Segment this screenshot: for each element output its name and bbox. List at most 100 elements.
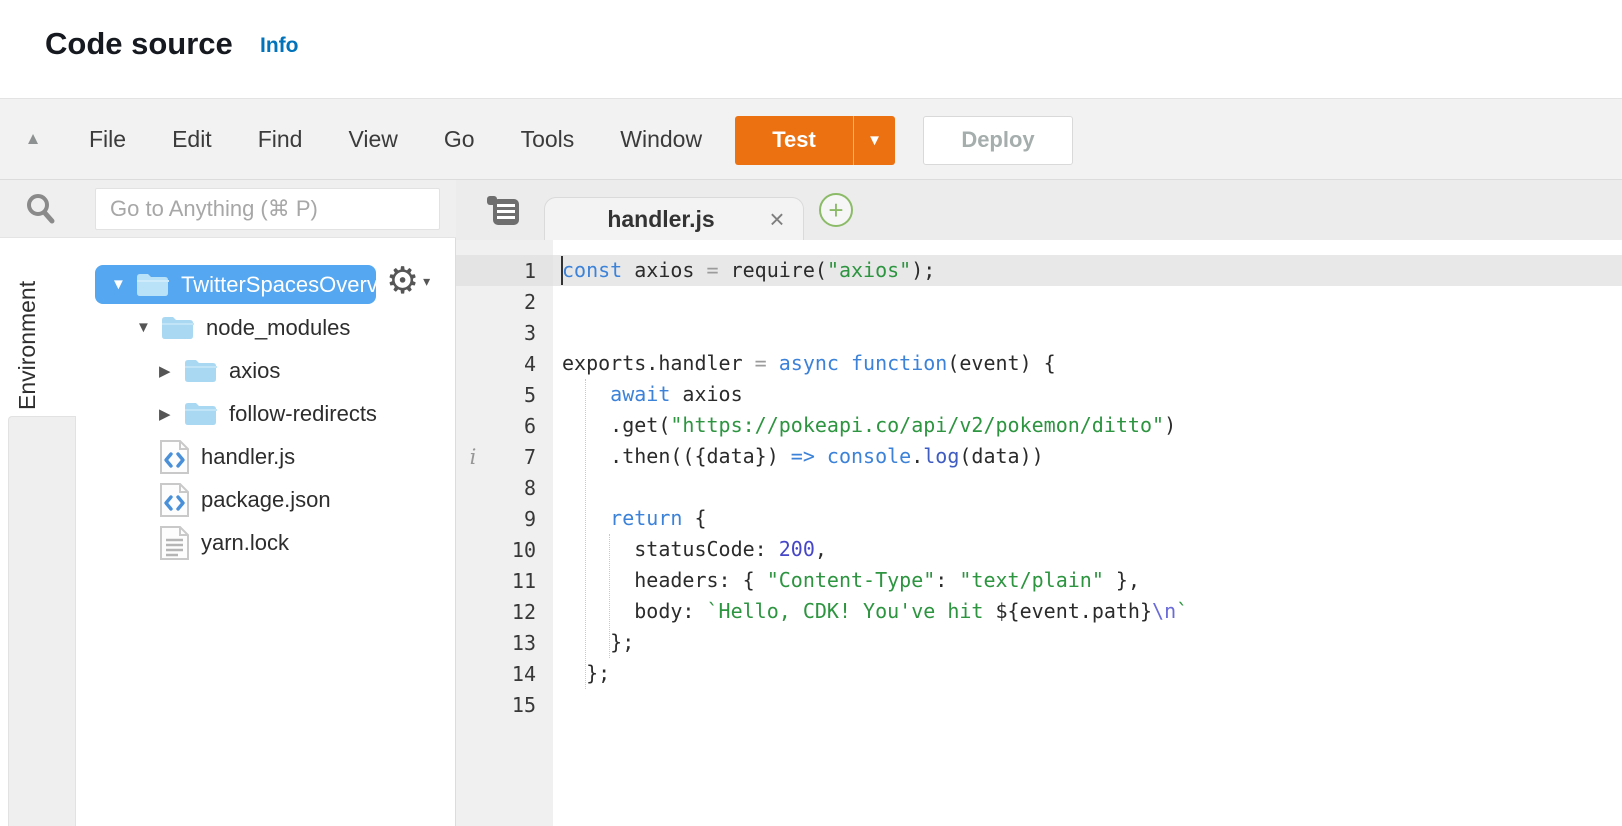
token-pl: }, — [1103, 568, 1140, 592]
goto-anything-input[interactable] — [95, 188, 440, 230]
line-number: 10 — [511, 537, 536, 562]
code-line-15[interactable] — [562, 689, 1622, 720]
line-number: 13 — [511, 630, 536, 655]
tree-item-node-modules[interactable]: ▼ node_modules — [76, 306, 455, 349]
environment-tab-label: Environment — [14, 280, 40, 410]
line-number: 9 — [523, 506, 536, 531]
tree-item-label: follow-redirects — [229, 400, 377, 426]
search-icon — [24, 192, 58, 231]
token-pl: body: — [562, 599, 707, 623]
page-title: Code source — [45, 26, 233, 61]
code-line-4[interactable]: exports.handler = async function(event) … — [562, 348, 1622, 379]
gutter-line-6: 6 — [456, 410, 553, 441]
indent-guide — [585, 379, 586, 689]
tree-item-follow-redirects[interactable]: ▶ follow-redirects — [76, 392, 455, 435]
menu-tools[interactable]: Tools — [498, 126, 598, 153]
new-tab-button[interactable]: + — [819, 193, 853, 227]
menu-edit[interactable]: Edit — [149, 126, 235, 153]
tree-item-package-json[interactable]: package.json — [76, 478, 455, 521]
token-pl: { — [682, 506, 707, 530]
menu-window[interactable]: Window — [597, 126, 725, 153]
deploy-button[interactable]: Deploy — [923, 115, 1073, 165]
tab-environment[interactable]: Environment — [0, 238, 76, 416]
test-dropdown-button[interactable]: ▼ — [853, 115, 895, 165]
code-line-12[interactable]: body: `Hello, CDK! You've hit ${event.pa… — [562, 596, 1622, 627]
token-kw: function — [851, 351, 948, 375]
code-line-10[interactable]: statusCode: 200, — [562, 534, 1622, 565]
collapse-editor-button[interactable]: ▲ — [0, 129, 66, 149]
code-line-11[interactable]: headers: { "Content-Type": "text/plain" … — [562, 565, 1622, 596]
test-button[interactable]: Test — [735, 116, 853, 165]
action-buttons: Test ▼ Deploy — [735, 99, 1073, 181]
caret-down-icon[interactable]: ▼ — [136, 319, 160, 336]
header: Code source Info — [0, 0, 1622, 98]
gutter-line-11: 11 — [456, 565, 553, 596]
tree-item-handler-js[interactable]: handler.js — [76, 435, 455, 478]
token-pl: require( — [718, 258, 827, 282]
menu-find[interactable]: Find — [235, 126, 326, 153]
editor-gutter: 1 2 3 4 5 6 i 7 8 9 10 11 12 13 14 15 — [456, 240, 553, 826]
caret-right-icon[interactable]: ▶ — [159, 405, 183, 423]
code-line-8[interactable] — [562, 472, 1622, 503]
editor-tabbar: handler.js × + — [456, 180, 1622, 240]
token-pl: statusCode: — [562, 537, 779, 561]
code-line-6[interactable]: .get("https://pokeapi.co/api/v2/pokemon/… — [562, 410, 1622, 441]
menu-view[interactable]: View — [325, 126, 420, 153]
tree-item-yarn-lock[interactable]: yarn.lock — [76, 521, 455, 564]
code-line-2[interactable] — [562, 286, 1622, 317]
gutter-line-12: 12 — [456, 596, 553, 627]
open-files-menu-button[interactable] — [486, 193, 522, 232]
tab-strip-background — [8, 416, 76, 826]
code-line-13[interactable]: }; — [562, 627, 1622, 658]
code-line-3[interactable] — [562, 317, 1622, 348]
text-file-icon — [159, 525, 190, 561]
folder-icon — [160, 314, 195, 341]
line-number: 6 — [523, 413, 536, 438]
code-file-icon — [159, 482, 190, 518]
token-pl: exports.handler — [562, 351, 755, 375]
code-line-5[interactable]: await axios — [562, 379, 1622, 410]
token-str: `Hello, CDK! You've hit — [706, 599, 996, 623]
menu-items: File Edit Find View Go Tools Window — [66, 126, 725, 153]
token-kw: return — [610, 506, 683, 530]
token-op: = — [754, 351, 767, 375]
code-line-1[interactable]: const axios = require("axios"); — [553, 255, 1622, 286]
tree-item-label: handler.js — [201, 443, 296, 469]
chevron-down-icon: ▼ — [867, 131, 882, 149]
menu-file[interactable]: File — [66, 126, 149, 153]
tree-item-label: node_modules — [206, 314, 351, 340]
token-kw: const — [562, 258, 623, 282]
tab-handler-js[interactable]: handler.js × — [544, 197, 804, 240]
token-pl: (event) { — [947, 351, 1056, 375]
line-number: 5 — [523, 382, 536, 407]
token-pl: : — [935, 568, 960, 592]
gutter-line-13: 13 — [456, 627, 553, 658]
caret-down-icon[interactable]: ▼ — [111, 276, 135, 293]
tree-item-axios[interactable]: ▶ axios — [76, 349, 455, 392]
close-tab-icon[interactable]: × — [751, 204, 803, 235]
token-num: 200 — [778, 537, 815, 561]
code-line-9[interactable]: return { — [562, 503, 1622, 534]
code-line-14[interactable]: }; — [562, 658, 1622, 689]
info-link[interactable]: Info — [260, 34, 298, 58]
caret-right-icon[interactable]: ▶ — [159, 362, 183, 380]
tree-settings-button[interactable]: ⚙ ▾ — [386, 262, 430, 300]
line-number: 7 — [523, 444, 536, 469]
left-tab-strip: Environment — [0, 238, 76, 826]
code-area[interactable]: const axios = require("axios"); exports.h… — [553, 240, 1622, 826]
open-files-icon — [487, 196, 519, 225]
text-cursor — [561, 256, 563, 285]
line-number: 1 — [523, 258, 536, 283]
code-line-7[interactable]: .then(({data}) => console.log(data)) — [562, 441, 1622, 472]
token-pl: ) — [1164, 413, 1177, 437]
code-file-icon — [159, 439, 190, 475]
folder-icon — [135, 271, 170, 298]
token-str: "text/plain" — [959, 568, 1104, 592]
menu-go[interactable]: Go — [421, 126, 498, 153]
gutter-line-5: 5 — [456, 379, 553, 410]
plus-icon: + — [828, 195, 844, 225]
